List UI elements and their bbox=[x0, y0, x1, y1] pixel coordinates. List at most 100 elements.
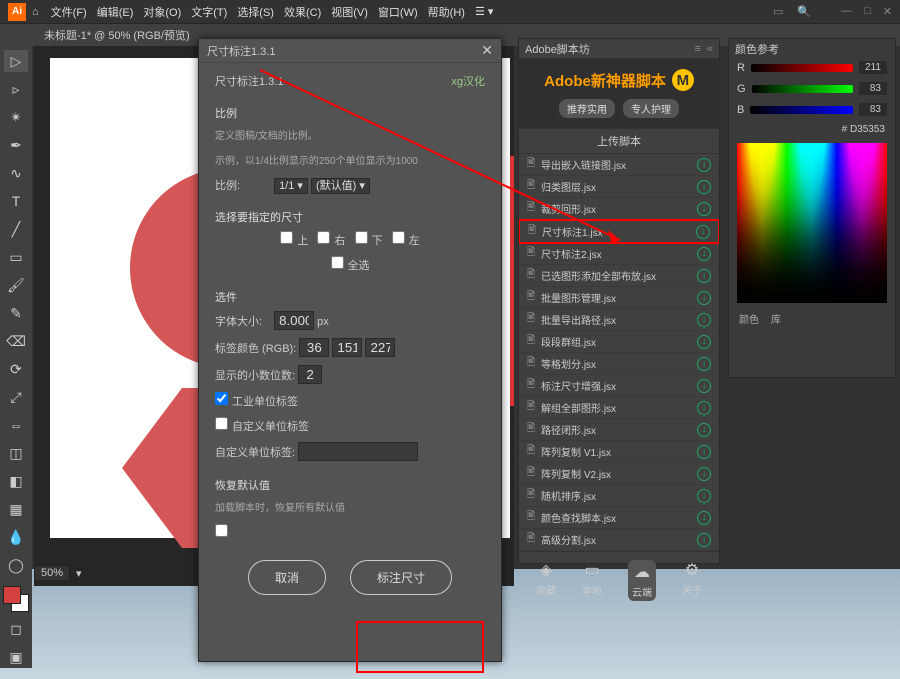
panel-close-icon[interactable]: « bbox=[707, 43, 713, 55]
download-icon[interactable]: ↓ bbox=[697, 269, 711, 283]
g-slider[interactable] bbox=[752, 85, 853, 93]
b-value[interactable]: 83 bbox=[859, 103, 887, 116]
script-item[interactable]: 🖹阵列复制 V1.jsx↓ bbox=[519, 441, 719, 463]
script-item[interactable]: 🖹已选图形添加全部布放.jsx↓ bbox=[519, 265, 719, 287]
dec-input[interactable] bbox=[298, 365, 322, 384]
custom-unit-input[interactable] bbox=[298, 442, 418, 461]
r-slider[interactable] bbox=[751, 64, 853, 72]
download-icon[interactable]: ↓ bbox=[697, 158, 711, 172]
menu-object[interactable]: 对象(O) bbox=[143, 4, 181, 20]
download-icon[interactable]: ↓ bbox=[697, 379, 711, 393]
fill-stroke-swatch[interactable] bbox=[3, 586, 29, 612]
cp-foot-lib[interactable]: 库 bbox=[771, 311, 781, 326]
cbx-top[interactable]: 上 bbox=[280, 235, 308, 247]
script-item[interactable]: 🖹裁剪回形.jsx↓ bbox=[519, 198, 719, 220]
script-item[interactable]: 🖹尺寸标注2.jsx↓ bbox=[519, 243, 719, 265]
cbx-bottom[interactable]: 下 bbox=[355, 235, 383, 247]
script-item[interactable]: 🖹阵列复制 V2.jsx↓ bbox=[519, 463, 719, 485]
close-icon[interactable]: ✕ bbox=[481, 42, 493, 59]
panel-menu-icon[interactable]: ≡ bbox=[694, 43, 700, 55]
menu-select[interactable]: 选择(S) bbox=[237, 4, 274, 20]
rotate-tool[interactable]: ⟳ bbox=[4, 358, 28, 380]
free-transform-tool[interactable]: ◫ bbox=[4, 442, 28, 464]
pen-tool[interactable]: ✒ bbox=[4, 134, 28, 156]
menu-workspace-icon[interactable]: ☰ ▾ bbox=[475, 5, 493, 18]
script-item[interactable]: 🖹导出嵌入链接图.jsx↓ bbox=[519, 154, 719, 176]
font-input[interactable] bbox=[274, 311, 314, 330]
scripts-tab-2[interactable]: 专人护理 bbox=[623, 99, 679, 118]
gradient-tool[interactable]: ▦ bbox=[4, 498, 28, 520]
download-icon[interactable]: ↓ bbox=[697, 489, 711, 503]
cancel-button[interactable]: 取消 bbox=[248, 560, 326, 595]
cp-foot-color[interactable]: 颜色 bbox=[739, 311, 759, 326]
download-icon[interactable]: ↓ bbox=[697, 313, 711, 327]
win-min-icon[interactable]: — bbox=[841, 5, 852, 18]
eraser-tool[interactable]: ⌫ bbox=[4, 330, 28, 352]
menu-file[interactable]: 文件(F) bbox=[51, 4, 87, 20]
color-b-input[interactable] bbox=[365, 338, 395, 357]
script-item[interactable]: 🖹解组全部图形.jsx↓ bbox=[519, 397, 719, 419]
scale-default[interactable]: (默认值) ▾ bbox=[311, 178, 370, 194]
search-icon[interactable]: 🔍 bbox=[797, 5, 811, 18]
curvature-tool[interactable]: ∿ bbox=[4, 162, 28, 184]
menu-window[interactable]: 窗口(W) bbox=[378, 4, 418, 20]
line-tool[interactable]: ╱ bbox=[4, 218, 28, 240]
script-item[interactable]: 🖹批量图形管理.jsx↓ bbox=[519, 287, 719, 309]
download-icon[interactable]: ↓ bbox=[697, 335, 711, 349]
cbx-custom-unit[interactable]: 自定义单位标签 bbox=[215, 421, 309, 433]
script-item[interactable]: 🖹颜色查找脚本.jsx↓ bbox=[519, 507, 719, 529]
cbx-right[interactable]: 右 bbox=[317, 235, 345, 247]
script-item[interactable]: 🖹标注尺寸增强.jsx↓ bbox=[519, 375, 719, 397]
hex-value[interactable]: # D35353 bbox=[729, 120, 895, 139]
download-icon[interactable]: ↓ bbox=[697, 247, 711, 261]
script-item[interactable]: 🖹归类图层.jsx↓ bbox=[519, 176, 719, 198]
download-icon[interactable]: ↓ bbox=[697, 291, 711, 305]
direct-select-tool[interactable]: ▹ bbox=[4, 78, 28, 100]
shaper-tool[interactable]: ✎ bbox=[4, 302, 28, 324]
win-close-icon[interactable]: ✕ bbox=[883, 5, 892, 18]
magic-wand-tool[interactable]: ✴ bbox=[4, 106, 28, 128]
menu-edit[interactable]: 编辑(E) bbox=[97, 4, 134, 20]
home-icon[interactable]: ⌂ bbox=[32, 6, 39, 18]
doc-tab[interactable]: 未标题-1* @ 50% (RGB/预览) bbox=[44, 27, 190, 43]
blend-tool[interactable]: ◯ bbox=[4, 554, 28, 576]
menu-type[interactable]: 文字(T) bbox=[191, 4, 227, 20]
width-tool[interactable]: ⇔ bbox=[4, 414, 28, 436]
download-icon[interactable]: ↓ bbox=[697, 533, 711, 547]
download-icon[interactable]: ↓ bbox=[697, 511, 711, 525]
download-icon[interactable]: ↓ bbox=[697, 423, 711, 437]
cbx-industry[interactable]: 工业单位标签 bbox=[215, 396, 298, 408]
selection-tool[interactable]: ▷ bbox=[4, 50, 28, 72]
scripts-tab-1[interactable]: 推荐实用 bbox=[559, 99, 615, 118]
brush-tool[interactable]: 🖌 bbox=[4, 274, 28, 296]
script-item[interactable]: 🖹等格划分.jsx↓ bbox=[519, 353, 719, 375]
win-max-icon[interactable]: □ bbox=[864, 5, 871, 18]
menu-help[interactable]: 帮助(H) bbox=[428, 4, 465, 20]
script-item[interactable]: 🖹段段群组.jsx↓ bbox=[519, 331, 719, 353]
draw-mode-icon[interactable]: ◻ bbox=[4, 618, 28, 640]
cbx-all[interactable]: 全选 bbox=[331, 260, 370, 272]
b-slider[interactable] bbox=[750, 106, 853, 114]
download-icon[interactable]: ↓ bbox=[697, 202, 711, 216]
menu-effect[interactable]: 效果(C) bbox=[284, 4, 321, 20]
download-icon[interactable]: ↓ bbox=[697, 445, 711, 459]
scale-tool[interactable]: ⤢ bbox=[4, 386, 28, 408]
r-value[interactable]: 211 bbox=[859, 61, 887, 74]
download-icon[interactable]: ↓ bbox=[697, 401, 711, 415]
scale-select[interactable]: 1/1 ▾ bbox=[274, 178, 308, 194]
script-item[interactable]: 🖹高级分割.jsx↓ bbox=[519, 529, 719, 551]
download-icon[interactable]: ↓ bbox=[697, 180, 711, 194]
screen-mode-icon[interactable]: ▣ bbox=[4, 646, 28, 668]
color-spectrum[interactable] bbox=[737, 143, 887, 303]
scripts-fav[interactable]: ◈收藏 bbox=[536, 560, 556, 601]
layout-icon[interactable]: ▭ bbox=[773, 5, 783, 18]
scripts-cloud[interactable]: ☁云端 bbox=[628, 560, 656, 601]
menu-view[interactable]: 视图(V) bbox=[331, 4, 368, 20]
fill-swatch[interactable] bbox=[3, 586, 21, 604]
cbx-reset[interactable] bbox=[215, 528, 232, 540]
download-icon[interactable]: ↓ bbox=[696, 225, 710, 239]
zoom-select[interactable]: 50% bbox=[34, 565, 70, 581]
color-g-input[interactable] bbox=[332, 338, 362, 357]
script-item[interactable]: 🖹路径闭形.jsx↓ bbox=[519, 419, 719, 441]
script-item[interactable]: 🖹随机排序.jsx↓ bbox=[519, 485, 719, 507]
